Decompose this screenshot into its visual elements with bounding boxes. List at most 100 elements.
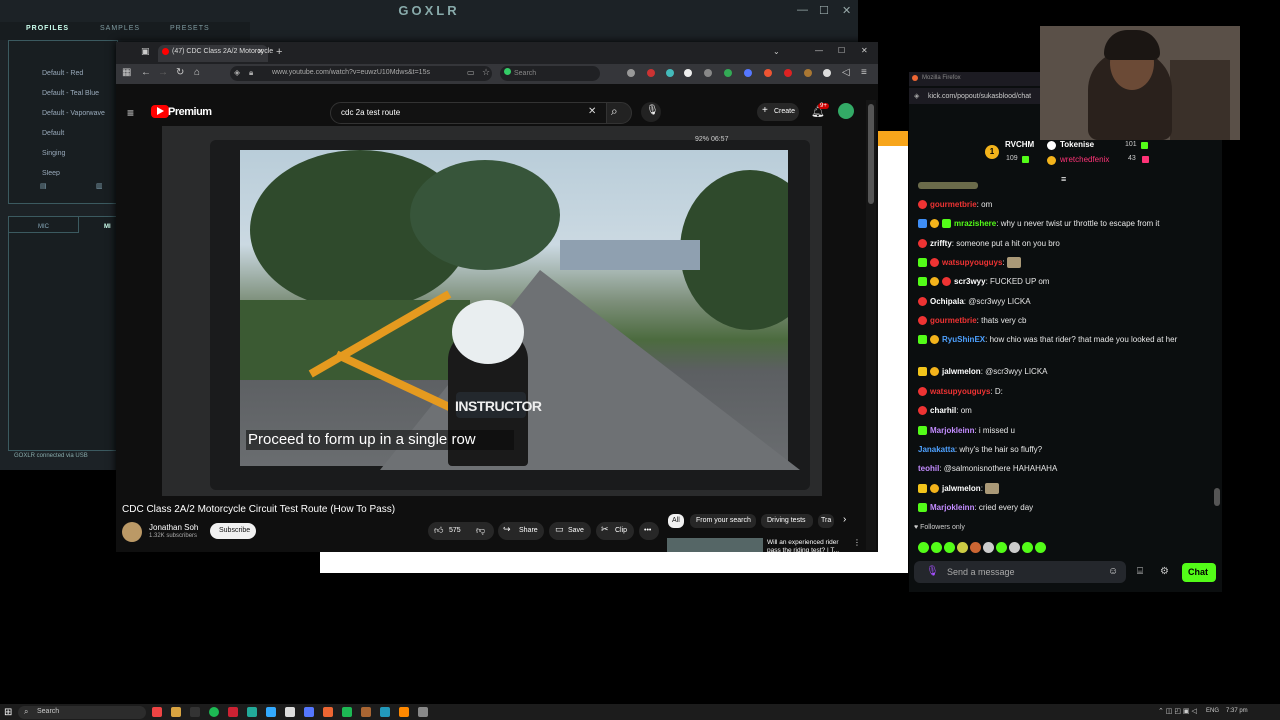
gift-icon[interactable]: ⌸ — [1137, 566, 1143, 577]
channel-name[interactable]: Jonathan Soh — [149, 523, 198, 532]
reader-view-icon[interactable]: ▭ — [467, 68, 475, 77]
chat-username[interactable]: scr3wyy — [954, 277, 986, 286]
scrollbar-thumb[interactable] — [868, 104, 874, 204]
profile-item[interactable]: Default - Vaporwave — [42, 110, 105, 117]
close-icon[interactable]: ✕ — [842, 4, 851, 17]
sidebar-icon[interactable]: ▦ — [122, 67, 131, 78]
taskbar-app-icon[interactable] — [190, 707, 200, 717]
chat-username[interactable]: charhil — [930, 406, 956, 415]
tab-mic-2[interactable]: MI — [104, 224, 111, 230]
taskbar-app-icon[interactable] — [361, 707, 371, 717]
emoji-icon[interactable]: ☺ — [1108, 566, 1118, 577]
taskbar-app-icon[interactable] — [380, 707, 390, 717]
thumbs-down-icon[interactable]: 👎︎ — [476, 525, 485, 536]
chat-username[interactable]: Marjokleinn — [930, 426, 974, 435]
lock-icon[interactable]: 🔒︎ — [249, 68, 253, 78]
extension-icon[interactable] — [744, 69, 752, 77]
taskbar-app-icon[interactable] — [304, 707, 314, 717]
chevron-down-icon[interactable]: ⌄ — [773, 47, 780, 56]
windows-start-icon[interactable]: ⊞ — [4, 707, 12, 718]
back-icon[interactable]: ← — [141, 67, 151, 78]
chat-username[interactable]: gourmetbrie — [930, 200, 977, 209]
gear-icon[interactable]: ⚙ — [1160, 566, 1169, 577]
emote-icon[interactable] — [1035, 542, 1046, 553]
microphone-icon[interactable]: 🎙︎ — [926, 566, 939, 577]
account-avatar[interactable] — [838, 103, 854, 119]
spotify-icon[interactable] — [209, 707, 219, 717]
chat-username[interactable]: gourmetbrie — [930, 316, 977, 325]
channel-avatar[interactable] — [122, 522, 142, 542]
chat-username[interactable]: Ochipala — [930, 297, 964, 306]
taskbar-app-icon[interactable] — [228, 707, 238, 717]
tab-overview-icon[interactable]: ▣ — [141, 46, 150, 57]
emote-icon[interactable] — [944, 542, 955, 553]
chat-username[interactable]: Janakatta — [918, 445, 955, 454]
emote-icon[interactable] — [996, 542, 1007, 553]
extension-icon[interactable] — [764, 69, 772, 77]
tab-mic[interactable]: MIC — [38, 224, 49, 230]
tab-presets[interactable]: PRESETS — [170, 25, 210, 32]
emote-icon[interactable] — [983, 542, 994, 553]
tray-icons[interactable]: ⌃ ◫ ◰ ▣ ◁ — [1158, 707, 1197, 715]
file-explorer-icon[interactable] — [171, 707, 181, 717]
chat-username[interactable]: jalwmelon — [942, 367, 981, 376]
profile-item[interactable]: Default - Red — [42, 70, 83, 77]
emote-icon[interactable] — [1022, 542, 1033, 553]
emote-icon[interactable] — [931, 542, 942, 553]
chat-username[interactable]: jalwmelon — [942, 484, 981, 493]
collapse-icon[interactable]: ≡ — [1061, 174, 1066, 184]
taskbar-app-icon[interactable] — [266, 707, 276, 717]
extension-icon[interactable] — [704, 69, 712, 77]
extension-icon[interactable] — [684, 69, 692, 77]
more-vertical-icon[interactable]: ⋮ — [853, 538, 861, 547]
profile-item[interactable]: Default — [42, 130, 64, 137]
tab-close-icon[interactable]: ✕ — [257, 47, 264, 56]
shield-icon[interactable]: ◈ — [234, 68, 240, 77]
tab-profiles[interactable]: PROFILES — [26, 25, 69, 32]
thumbs-up-icon[interactable]: 👍︎ — [434, 525, 443, 536]
extension-icon[interactable] — [647, 69, 655, 77]
minimize-icon[interactable]: — — [797, 4, 808, 16]
profile-item[interactable]: Singing — [42, 150, 65, 157]
extension-icon[interactable] — [784, 69, 792, 77]
taskbar-app-icon[interactable] — [342, 707, 352, 717]
volume-icon[interactable]: ◁ — [842, 67, 850, 78]
firefox-icon[interactable] — [323, 707, 333, 717]
clock[interactable]: 7:37 pm — [1226, 708, 1248, 714]
minimize-icon[interactable]: — — [815, 46, 823, 55]
taskbar-app-icon[interactable] — [399, 707, 409, 717]
taskbar-app-icon[interactable] — [247, 707, 257, 717]
menu-icon[interactable]: ≡ — [861, 67, 867, 78]
emote-icon[interactable] — [957, 542, 968, 553]
taskbar-app-icon[interactable] — [152, 707, 162, 717]
chat-username[interactable]: teohil — [918, 464, 939, 473]
chat-username[interactable]: Marjokleinn — [930, 503, 974, 512]
recommended-thumbnail[interactable] — [667, 538, 763, 552]
taskbar-app-icon[interactable] — [285, 707, 295, 717]
language-indicator[interactable]: ENG — [1206, 708, 1219, 714]
extension-icon[interactable] — [823, 69, 831, 77]
emote-icon[interactable] — [970, 542, 981, 553]
profile-item[interactable]: Default - Teal Blue — [42, 90, 99, 97]
recommended-title[interactable]: Will an experienced rider pass the ridin… — [767, 539, 851, 553]
bookmark-star-icon[interactable]: ☆ — [482, 67, 490, 78]
maximize-icon[interactable]: ☐ — [819, 4, 829, 17]
save-icon[interactable]: ▤ — [40, 182, 47, 190]
chat-message-input[interactable] — [914, 561, 1126, 583]
extension-icon[interactable] — [804, 69, 812, 77]
emote-icon[interactable] — [918, 542, 929, 553]
hamburger-menu-icon[interactable]: ≡ — [127, 106, 134, 120]
emote-icon[interactable] — [1009, 542, 1020, 553]
chat-username[interactable]: mrazishere — [954, 219, 996, 228]
chat-username[interactable]: watsupyouguys — [942, 258, 1002, 267]
clear-search-icon[interactable]: ✕ — [588, 106, 596, 117]
chat-username[interactable]: watsupyouguys — [930, 387, 990, 396]
gifter-name[interactable]: Tokenise — [1060, 140, 1094, 149]
home-icon[interactable]: ⌂ — [194, 67, 200, 78]
gifter-name[interactable]: wretchedfenix — [1060, 155, 1109, 164]
extension-icon[interactable] — [666, 69, 674, 77]
chat-username[interactable]: RyuShinEX — [942, 335, 985, 344]
chat-username[interactable]: zriffty — [930, 239, 952, 248]
profile-item[interactable]: Sleep — [42, 170, 60, 176]
top-gifter-name[interactable]: RVCHM — [1005, 140, 1034, 149]
